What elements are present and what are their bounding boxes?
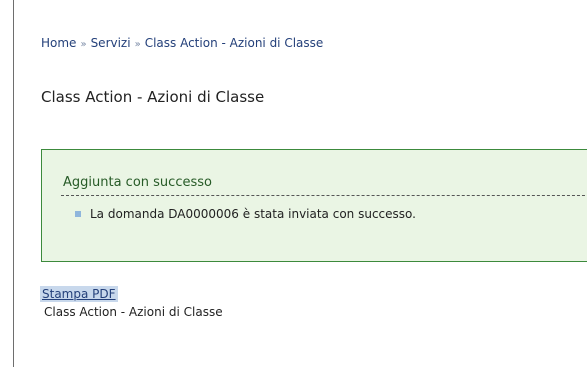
breadcrumb-separator: » [134,39,141,50]
print-pdf-link[interactable]: Stampa PDF [40,286,118,302]
success-message-item: La domanda DA0000006 è stata inviata con… [75,207,416,221]
page-title: Class Action - Azioni di Classe [41,88,265,106]
breadcrumb: Home» Servizi» Class Action - Azioni di Cl… [41,36,323,50]
breadcrumb-home-link[interactable]: Home [41,36,76,50]
breadcrumb-servizi-link[interactable]: Servizi [91,36,131,50]
success-message-title: Aggiunta con successo [63,175,212,190]
success-message-divider [61,195,587,196]
success-message-box: Aggiunta con successo La domanda DA00000… [41,149,587,262]
success-message-text: La domanda DA0000006 è stata inviata con… [90,207,416,221]
breadcrumb-current-link[interactable]: Class Action - Azioni di Classe [145,36,324,50]
breadcrumb-separator: » [80,39,87,50]
square-bullet-icon [75,211,81,217]
pdf-caption: Class Action - Azioni di Classe [44,305,223,319]
